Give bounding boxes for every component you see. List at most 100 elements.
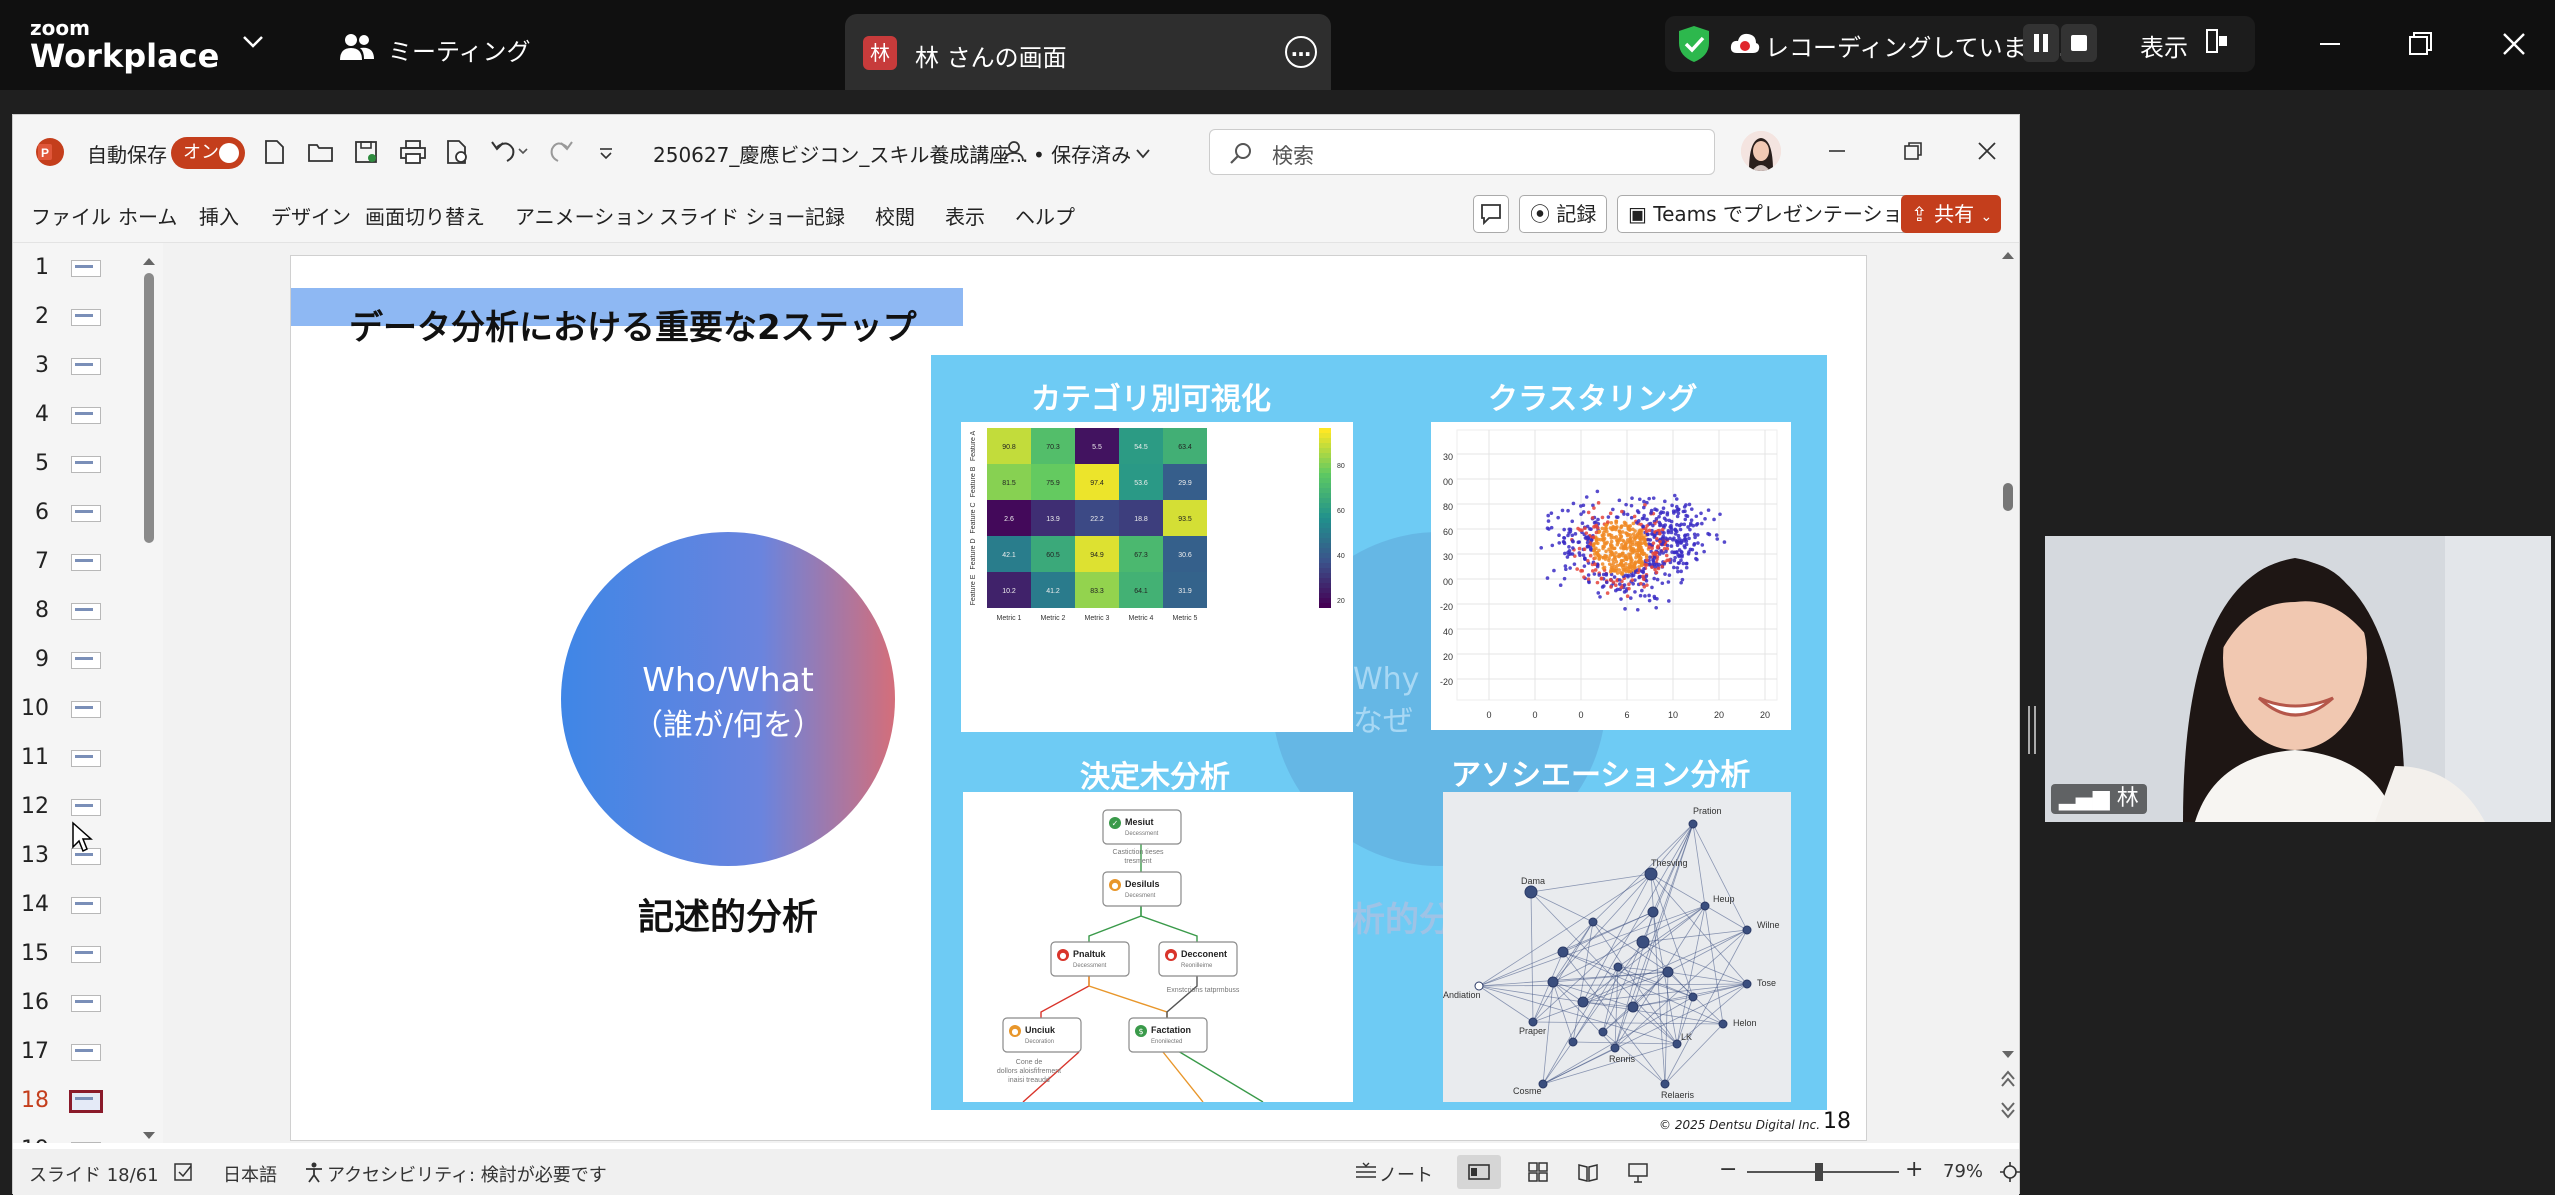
accessibility-status[interactable]: アクセシビリティ: 検討が必要です xyxy=(327,1161,607,1187)
share-button[interactable]: ⇪ 共有 ⌄ xyxy=(1901,195,2001,233)
slideshow-icon[interactable] xyxy=(1627,1161,1649,1187)
slide-thumbnail-14[interactable]: 14 xyxy=(13,882,163,931)
slide-sorter-icon[interactable] xyxy=(1527,1161,1549,1187)
slide-18[interactable]: データ分析における重要な2ステップ Why なぜ 析的分 Who/What （誰… xyxy=(290,255,1867,1141)
normal-view-icon[interactable] xyxy=(1457,1155,1501,1189)
scatter-point xyxy=(1660,581,1665,586)
scatter-point xyxy=(1564,567,1568,572)
colorbar-tick: 80 xyxy=(1337,463,1345,470)
slide-thumbnail-1[interactable]: 1 xyxy=(13,245,163,294)
tab-insert[interactable]: 挿入 xyxy=(199,201,239,230)
print-preview-icon[interactable] xyxy=(445,139,471,169)
save-state[interactable]: • 保存済み xyxy=(1033,139,1131,168)
slide-thumbnail-9[interactable]: 9 xyxy=(13,637,163,686)
close-icon[interactable] xyxy=(2494,24,2534,64)
notes-button[interactable]: ノート xyxy=(1379,1161,1433,1187)
slide-thumbnail-15[interactable]: 15 xyxy=(13,931,163,980)
close-icon[interactable] xyxy=(1975,139,1999,167)
colorbar-segment xyxy=(1319,428,1331,433)
scatter-point xyxy=(1664,549,1668,554)
slide-thumbnail-5[interactable]: 5 xyxy=(13,441,163,490)
new-file-icon[interactable] xyxy=(263,139,285,169)
save-icon[interactable] xyxy=(353,139,379,169)
stop-recording-button[interactable] xyxy=(2061,24,2097,62)
pause-recording-button[interactable] xyxy=(2023,24,2059,62)
tab-review[interactable]: 校閲 xyxy=(875,201,915,230)
slide-thumbnail-18[interactable]: 18 xyxy=(13,1078,163,1127)
fit-to-window-icon[interactable] xyxy=(1999,1161,2021,1187)
slide-thumbnail-6[interactable]: 6 xyxy=(13,490,163,539)
screen-share-tab[interactable]: 林 林 さんの画面 … xyxy=(845,14,1331,90)
view-menu[interactable]: 表示 xyxy=(2140,28,2188,63)
participant-video-tile[interactable]: ▂▄▆ 林 xyxy=(2045,536,2551,822)
scatter-point xyxy=(1595,489,1600,494)
slide-thumbnail-7[interactable]: 7 xyxy=(13,539,163,588)
scatter-point xyxy=(1670,503,1674,508)
slide-thumbnail-10[interactable]: 10 xyxy=(13,686,163,735)
restore-icon[interactable] xyxy=(2400,24,2440,64)
heatmap-cell-label: 31.9 xyxy=(1178,588,1192,595)
user-avatar[interactable] xyxy=(1741,131,1781,171)
scatter-point xyxy=(1651,551,1655,556)
reading-view-icon[interactable] xyxy=(1577,1161,1599,1187)
tab-help[interactable]: ヘルプ xyxy=(1015,201,1075,230)
scatter-point xyxy=(1614,588,1618,593)
slide-thumbnail-4[interactable]: 4 xyxy=(13,392,163,441)
coauthor-icon[interactable] xyxy=(1003,139,1027,167)
scatter-point xyxy=(1619,585,1624,590)
scatter-point xyxy=(1601,537,1606,542)
network-node xyxy=(1524,885,1538,899)
tab-file[interactable]: ファイル xyxy=(31,201,111,230)
slide-thumbnail-8[interactable]: 8 xyxy=(13,588,163,637)
slide-thumbnail-19[interactable]: 19 xyxy=(13,1127,163,1143)
undo-icon[interactable] xyxy=(489,137,529,169)
colorbar-segment xyxy=(1319,508,1331,513)
slide-thumbnail-11[interactable]: 11 xyxy=(13,735,163,784)
language-indicator[interactable]: 日本語 xyxy=(223,1161,277,1187)
search-box[interactable]: 検索 xyxy=(1209,129,1715,175)
chevron-down-icon[interactable] xyxy=(1135,145,1151,164)
record-button[interactable]: ⦿ 記録 xyxy=(1519,195,1608,233)
panel-resize-handle[interactable] xyxy=(2026,706,2038,754)
scatter-point xyxy=(1693,535,1697,540)
slide-thumbnail-17[interactable]: 17 xyxy=(13,1029,163,1078)
slide-thumbnail-3[interactable]: 3 xyxy=(13,343,163,392)
comments-button[interactable] xyxy=(1473,195,1509,233)
redo-icon[interactable] xyxy=(547,137,575,169)
scatter-point xyxy=(1647,598,1652,603)
file-name[interactable]: 250627_慶應ビジコン_スキル養成講座... xyxy=(653,139,1028,168)
print-icon[interactable] xyxy=(399,139,427,169)
scatter-point xyxy=(1654,605,1658,610)
zoom-slider[interactable] xyxy=(1747,1163,1899,1181)
minimize-icon[interactable] xyxy=(1825,139,1849,167)
tab-record[interactable]: 記録 xyxy=(805,201,845,230)
zoom-out-button[interactable]: − xyxy=(1719,1157,1737,1182)
minimize-icon[interactable] xyxy=(2310,24,2350,64)
more-options-icon[interactable]: … xyxy=(1285,36,1317,68)
tab-slideshow[interactable]: スライド ショー xyxy=(659,201,805,230)
teams-present-button[interactable]: ▣ Teams でプレゼンテーション xyxy=(1617,195,1934,233)
tab-view[interactable]: 表示 xyxy=(945,201,985,230)
slide-scrollbar[interactable] xyxy=(1997,243,2019,1143)
slide-thumbnail-2[interactable]: 2 xyxy=(13,294,163,343)
zoom-level[interactable]: 79% xyxy=(1943,1161,1983,1182)
tab-transitions[interactable]: 画面切り替え xyxy=(365,201,485,230)
svg-text:P: P xyxy=(41,146,49,160)
slide-thumbnail-16[interactable]: 16 xyxy=(13,980,163,1029)
slide-preview xyxy=(71,309,101,326)
view-layout-icon[interactable] xyxy=(2205,28,2229,54)
scatter-point xyxy=(1683,517,1688,522)
zoom-in-button[interactable]: + xyxy=(1905,1157,1923,1182)
customize-toolbar-icon[interactable] xyxy=(599,145,613,164)
autosave-toggle[interactable]: オン xyxy=(171,137,245,169)
chevron-down-icon[interactable] xyxy=(242,30,264,55)
tab-home[interactable]: ホーム xyxy=(118,201,177,230)
restore-icon[interactable] xyxy=(1901,139,1925,167)
tab-design[interactable]: デザイン xyxy=(271,201,351,230)
open-folder-icon[interactable] xyxy=(307,141,335,167)
meetings-button[interactable]: ミーティング xyxy=(340,32,531,67)
scatter-point xyxy=(1690,547,1695,552)
tab-animations[interactable]: アニメーション xyxy=(515,201,654,230)
spellcheck-icon[interactable] xyxy=(173,1161,195,1187)
tree-edge xyxy=(1088,906,1142,942)
